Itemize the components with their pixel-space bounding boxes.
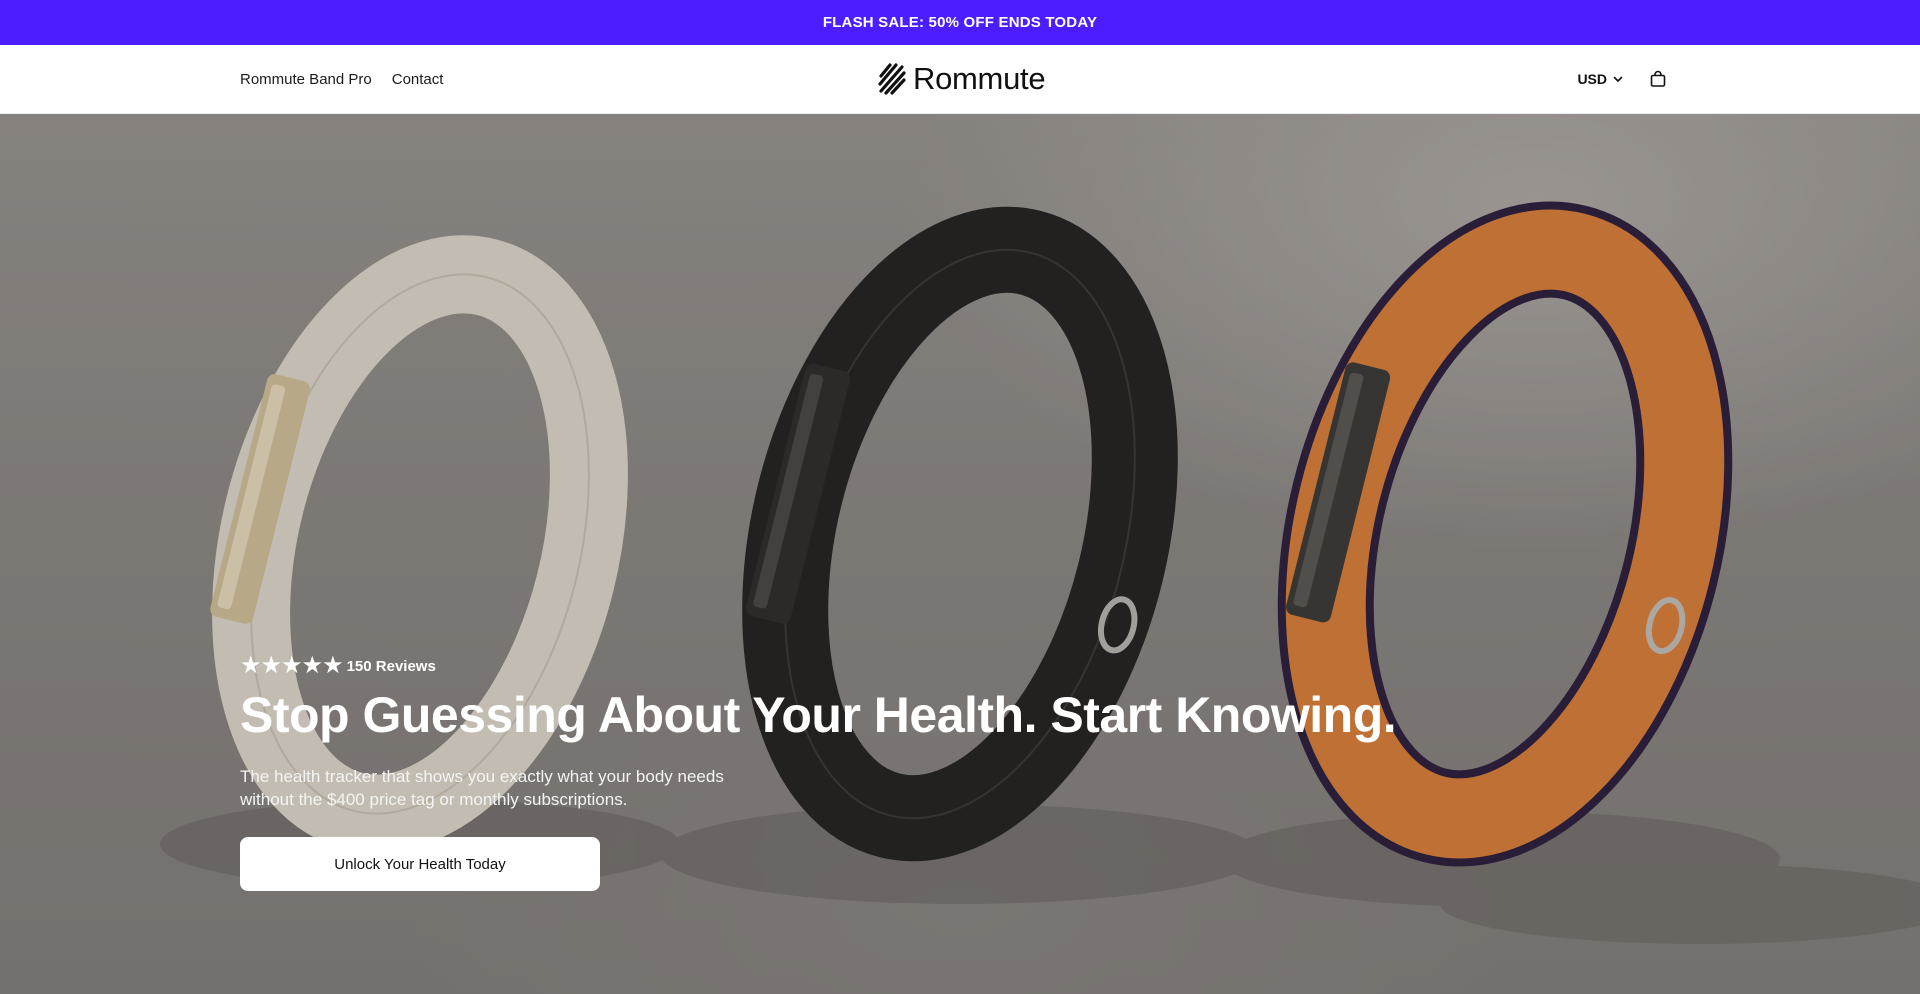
hero-headline: Stop Guessing About Your Health. Start K… [240,687,1397,743]
currency-label: USD [1577,71,1607,87]
nav-link-contact[interactable]: Contact [392,71,444,88]
currency-selector[interactable]: USD [1577,71,1624,87]
unlock-health-button[interactable]: Unlock Your Health Today [240,837,600,891]
star-rating-icon: ★★★★★ [240,652,344,679]
header-actions: USD [1577,45,1668,113]
hero-subtext-line-1: The health tracker that shows you exactl… [240,767,724,786]
hero-subtext-line-2: without the $400 price tag or monthly su… [240,790,628,809]
review-count: 150 Reviews [346,657,436,675]
hero-subtext: The health tracker that shows you exactl… [240,765,760,811]
cart-button[interactable] [1648,69,1668,89]
logo-text: Rommute [913,61,1046,96]
shopping-bag-icon [1650,70,1666,87]
site-header: Rommute Band Pro Contact Rommute USD [0,45,1920,114]
logo[interactable]: Rommute [877,59,1046,99]
nav-link-band-pro[interactable]: Rommute Band Pro [240,71,372,88]
hero-section: ★★★★★ 150 Reviews Stop Guessing About Yo… [0,114,1920,994]
announcement-bar: FLASH SALE: 50% OFF ENDS TODAY [0,0,1920,45]
chevron-down-icon [1613,76,1623,82]
main-nav: Rommute Band Pro Contact [240,45,443,113]
hero-content: ★★★★★ 150 Reviews Stop Guessing About Yo… [240,654,1397,891]
announcement-text: FLASH SALE: 50% OFF ENDS TODAY [822,14,1098,31]
rating-row: ★★★★★ 150 Reviews [240,654,1396,678]
logo-mark-icon [878,63,906,95]
